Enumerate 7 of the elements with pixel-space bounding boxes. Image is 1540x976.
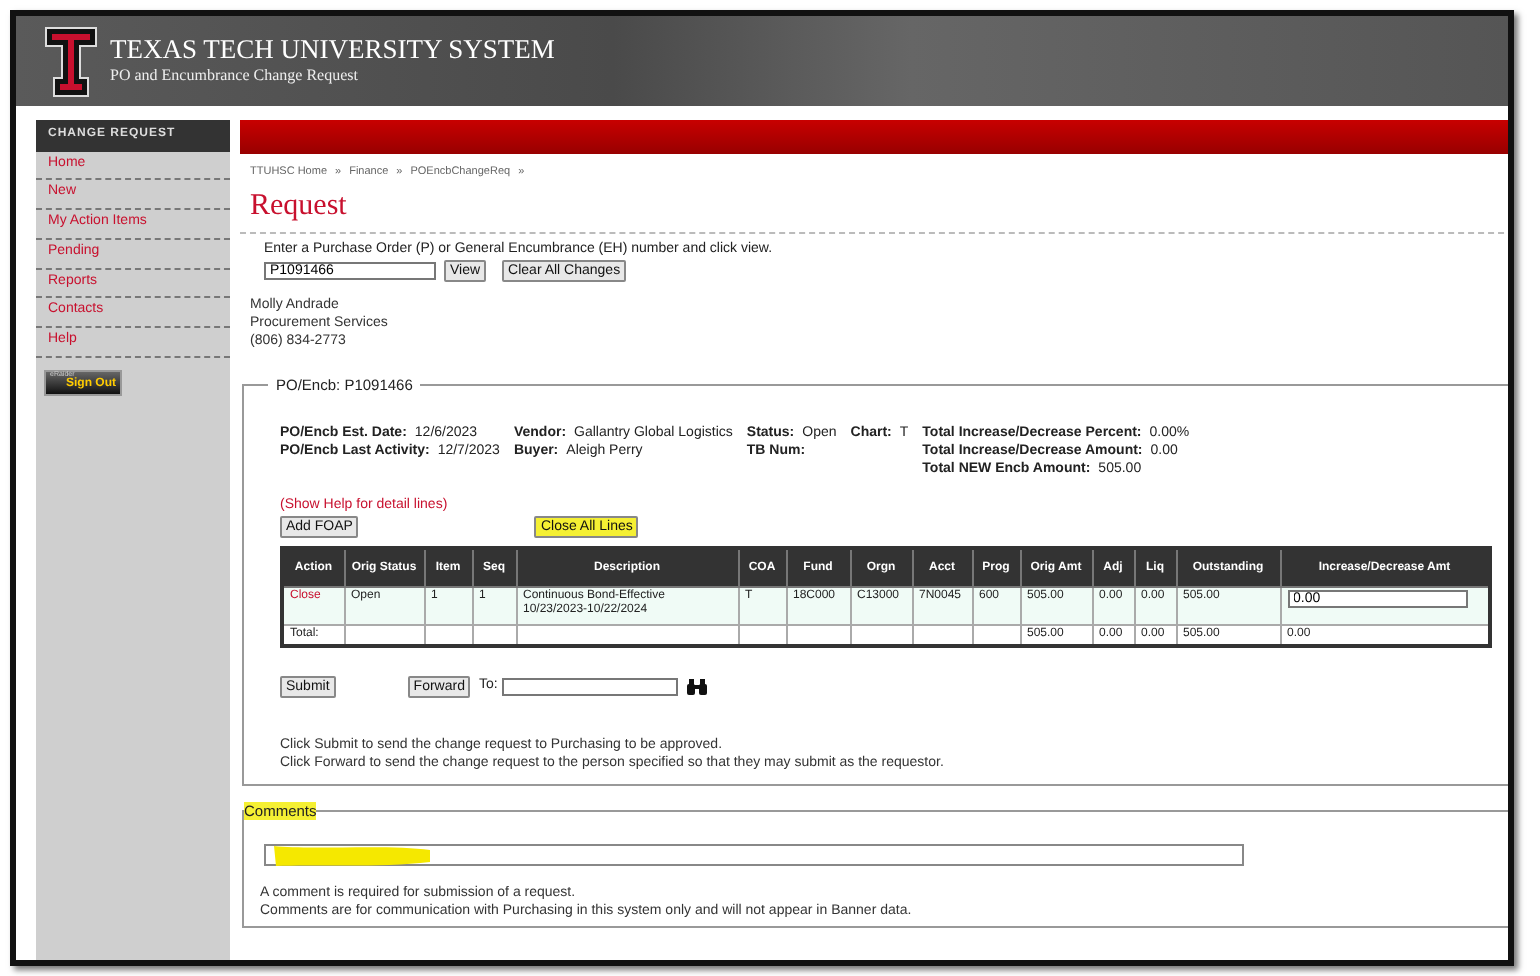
site-title: TEXAS TECH UNIVERSITY SYSTEM (110, 36, 555, 66)
page-title: Request (250, 187, 349, 226)
forward-to-field[interactable] (501, 678, 678, 697)
app-subtitle: PO and Encumbrance Change Request (110, 65, 360, 86)
comments-field[interactable] (264, 844, 1244, 867)
logo-icon (44, 25, 98, 97)
binoculars-icon[interactable] (685, 678, 708, 697)
